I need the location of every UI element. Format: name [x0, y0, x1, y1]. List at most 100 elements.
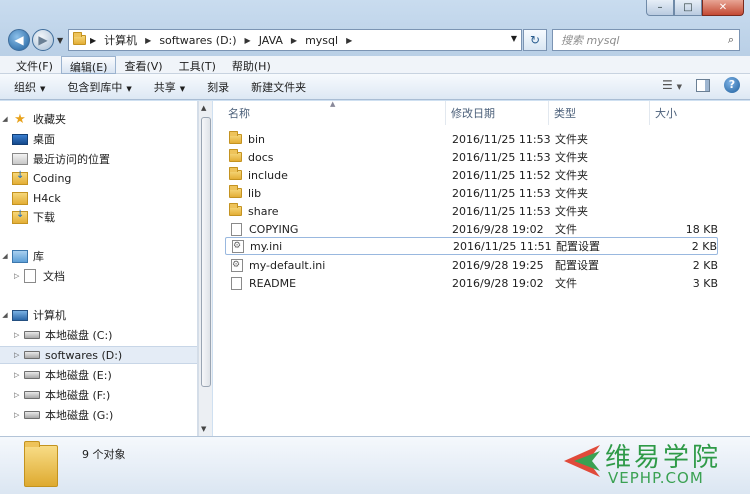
new-folder-button[interactable]: 新建文件夹 — [251, 79, 306, 95]
forward-button[interactable]: ▶ — [32, 29, 54, 51]
nav-item-h4ck[interactable]: H4ck — [0, 189, 197, 207]
nav-item-downloads[interactable]: 下载 — [0, 208, 197, 226]
file-name: bin — [248, 132, 266, 146]
menu-tools[interactable]: 工具(T) — [171, 56, 224, 74]
view-options-icon[interactable]: ☰ ▼ — [662, 78, 682, 92]
expand-arrow-icon[interactable]: ◢ — [0, 252, 10, 260]
file-row[interactable]: lib 2016/11/25 11:53 文件夹 — [225, 184, 718, 202]
file-type: 文件夹 — [555, 151, 588, 164]
maximize-button[interactable]: □ — [674, 0, 702, 16]
collapse-arrow-icon[interactable]: ▷ — [0, 391, 19, 399]
nav-label: 本地磁盘 (G:) — [45, 409, 114, 422]
nav-item-drive-d[interactable]: ▷ softwares (D:) — [0, 346, 197, 364]
scroll-up-icon[interactable]: ▲ — [201, 104, 206, 112]
preview-pane-icon[interactable] — [696, 78, 710, 92]
nav-item-drive-c[interactable]: ▷ 本地磁盘 (C:) — [0, 326, 197, 344]
nav-item-desktop[interactable]: 桌面 — [0, 130, 197, 148]
nav-item-drive-g[interactable]: ▷ 本地磁盘 (G:) — [0, 406, 197, 424]
collapse-arrow-icon[interactable]: ▷ — [0, 351, 19, 359]
share-button[interactable]: 共享 ▼ — [154, 79, 185, 95]
library-icon — [12, 249, 28, 263]
expand-arrow-icon[interactable]: ◢ — [0, 311, 10, 319]
collapse-arrow-icon[interactable]: ▷ — [0, 331, 19, 339]
search-input[interactable]: 搜索 mysql ⌕ — [552, 29, 740, 51]
file-type: 文件夹 — [555, 205, 588, 218]
menu-help[interactable]: 帮助(H) — [224, 56, 279, 74]
breadcrumb-softwares[interactable]: softwares (D:) ▶ — [159, 34, 250, 47]
file-row[interactable]: my-default.ini 2016/9/28 19:25 配置设置 2 KB — [225, 256, 718, 274]
column-header-type[interactable]: 类型 — [549, 101, 650, 125]
file-row[interactable]: include 2016/11/25 11:52 文件夹 — [225, 166, 718, 184]
refresh-button[interactable]: ↻ — [523, 29, 547, 51]
collapse-arrow-icon[interactable]: ▷ — [0, 371, 19, 379]
menu-view[interactable]: 查看(V) — [116, 56, 170, 74]
collapse-arrow-icon[interactable]: ▷ — [0, 411, 19, 419]
nav-item-recent-places[interactable]: 最近访问的位置 — [0, 150, 197, 168]
file-name: my-default.ini — [249, 258, 326, 272]
recent-pages-dropdown[interactable]: ▼ — [57, 36, 63, 45]
file-row-selected[interactable]: my.ini 2016/11/25 11:51 配置设置 2 KB — [225, 237, 718, 255]
file-size: 18 KB — [685, 222, 718, 236]
nav-label: 下载 — [33, 211, 55, 224]
burn-button[interactable]: 刻录 — [207, 79, 229, 95]
desktop-icon — [12, 133, 28, 145]
include-in-library-label: 包含到库中 — [67, 80, 123, 94]
file-row[interactable]: bin 2016/11/25 11:53 文件夹 — [225, 130, 718, 148]
chevron-right-icon[interactable]: ▶ — [245, 36, 251, 45]
help-icon[interactable]: ? — [724, 77, 740, 93]
file-date: 2016/9/28 19:25 — [452, 258, 544, 272]
file-type: 文件夹 — [555, 133, 588, 146]
folder-icon — [229, 203, 242, 216]
nav-item-drive-e[interactable]: ▷ 本地磁盘 (E:) — [0, 366, 197, 384]
menu-bar: 文件(F) 编辑(E) 查看(V) 工具(T) 帮助(H) — [0, 56, 750, 74]
column-header-name[interactable]: ▲ 名称 — [213, 100, 446, 125]
collapse-arrow-icon[interactable]: ▷ — [0, 272, 19, 280]
scroll-thumb[interactable] — [201, 117, 211, 387]
expand-arrow-icon[interactable]: ◢ — [0, 115, 10, 123]
organize-button[interactable]: 组织 ▼ — [14, 79, 45, 95]
file-date: 2016/9/28 19:02 — [452, 222, 544, 236]
breadcrumb-mysql[interactable]: mysql ▶ — [305, 34, 352, 47]
address-dropdown-icon[interactable]: ▼ — [511, 34, 517, 43]
nav-label: 文档 — [43, 270, 65, 283]
search-icon[interactable]: ⌕ — [728, 33, 734, 47]
nav-item-documents[interactable]: ▷ 文档 — [0, 267, 197, 285]
file-row[interactable]: README 2016/9/28 19:02 文件 3 KB — [225, 274, 718, 292]
file-row[interactable]: share 2016/11/25 11:53 文件夹 — [225, 202, 718, 220]
column-header-size[interactable]: 大小 — [650, 101, 750, 125]
minimize-button[interactable]: – — [646, 0, 674, 16]
chevron-right-icon[interactable]: ▶ — [291, 36, 297, 45]
file-date: 2016/11/25 11:52 — [452, 168, 551, 182]
file-type: 文件 — [555, 223, 577, 236]
file-list: ▲ 名称 修改日期 类型 大小 bin 2016/11/25 11:53 文件夹 … — [213, 100, 750, 436]
nav-scrollbar[interactable]: ▲ ▼ — [198, 101, 212, 436]
file-date: 2016/11/25 11:53 — [452, 132, 551, 146]
menu-edit[interactable]: 编辑(E) — [60, 56, 117, 74]
include-in-library-button[interactable]: 包含到库中 ▼ — [67, 79, 131, 95]
chevron-right-icon[interactable]: ▶ — [145, 36, 151, 45]
watermark-english-text: VEPHP.COM — [608, 469, 704, 487]
menu-file[interactable]: 文件(F) — [8, 56, 61, 74]
column-label: 修改日期 — [451, 107, 495, 120]
file-name: share — [248, 204, 279, 218]
file-row[interactable]: docs 2016/11/25 11:53 文件夹 — [225, 148, 718, 166]
nav-computer[interactable]: ◢ 计算机 — [0, 306, 197, 324]
close-button[interactable]: ✕ — [702, 0, 744, 16]
breadcrumb-computer[interactable]: 计算机 ▶ — [104, 32, 151, 48]
address-bar[interactable]: ▶ 计算机 ▶ softwares (D:) ▶ JAVA ▶ mysql ▶ ▼ — [68, 29, 522, 51]
file-name: COPYING — [249, 222, 299, 236]
nav-item-coding[interactable]: Coding — [0, 169, 197, 187]
nav-label: 收藏夹 — [33, 113, 66, 126]
nav-item-drive-f[interactable]: ▷ 本地磁盘 (F:) — [0, 386, 197, 404]
nav-libraries[interactable]: ◢ 库 — [0, 247, 197, 265]
chevron-right-icon[interactable]: ▶ — [346, 36, 352, 45]
back-button[interactable]: ◀ — [8, 29, 30, 51]
nav-favorites[interactable]: ◢ ★ 收藏夹 — [0, 110, 197, 128]
file-icon — [231, 276, 242, 290]
file-name: lib — [248, 186, 262, 200]
column-header-date[interactable]: 修改日期 — [446, 101, 549, 125]
scroll-down-icon[interactable]: ▼ — [201, 425, 206, 433]
title-bar: – □ ✕ ◀ ▶ ▼ ▶ 计算机 ▶ softwares (D:) ▶ JAVA ▶… — [0, 0, 750, 56]
breadcrumb-java[interactable]: JAVA ▶ — [259, 34, 297, 47]
file-row[interactable]: COPYING 2016/9/28 19:02 文件 18 KB — [225, 220, 718, 238]
